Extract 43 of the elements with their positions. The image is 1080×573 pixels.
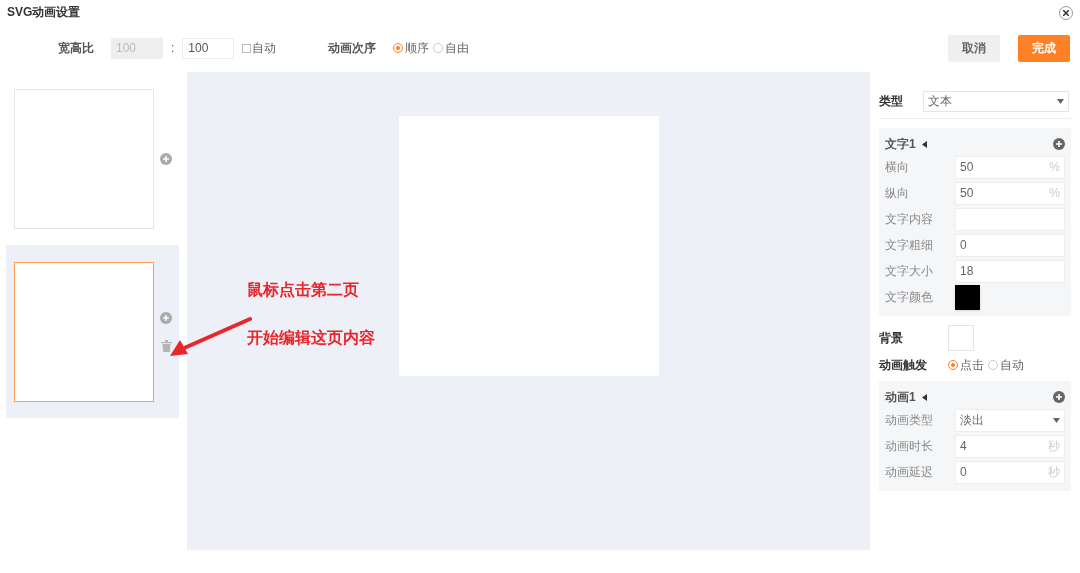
type-label: 类型 bbox=[879, 93, 904, 110]
dropdown-icon[interactable] bbox=[1053, 417, 1060, 423]
group-title: 文字1 bbox=[885, 136, 916, 153]
field-label: 动画延迟 bbox=[885, 464, 934, 481]
dropdown-icon[interactable] bbox=[1057, 98, 1064, 104]
ratio-separator: : bbox=[171, 40, 175, 57]
radio-option[interactable]: 点击 bbox=[948, 356, 984, 374]
background-swatch[interactable] bbox=[948, 325, 974, 351]
input-field[interactable]: 50 % bbox=[955, 155, 1065, 179]
field-label: 横向 bbox=[885, 159, 910, 176]
trigger-label: 动画触发 bbox=[879, 357, 928, 374]
field-label: 文字内容 bbox=[885, 211, 934, 228]
group-title: 动画1 bbox=[885, 389, 916, 406]
order-label: 动画次序 bbox=[328, 40, 377, 57]
annotation-text: 鼠标点击第二页 bbox=[247, 280, 359, 300]
height-field[interactable]: 100 bbox=[182, 37, 235, 59]
field-label: 动画类型 bbox=[885, 412, 934, 429]
radio-option[interactable]: 顺序 bbox=[393, 39, 430, 57]
field-label: 文字颜色 bbox=[885, 289, 934, 306]
add-icon[interactable] bbox=[1053, 138, 1065, 150]
input-field[interactable]: 0 bbox=[955, 233, 1065, 257]
close-icon[interactable] bbox=[1063, 10, 1069, 16]
color-swatch[interactable] bbox=[955, 284, 980, 310]
background-label: 背景 bbox=[879, 330, 904, 347]
annotation-text: 开始编辑这页内容 bbox=[247, 328, 375, 348]
select-field[interactable]: 淡出 bbox=[955, 408, 1065, 432]
input-field[interactable]: 18 bbox=[955, 259, 1065, 283]
type-select[interactable]: 文本 bbox=[923, 90, 1069, 112]
collapse-icon[interactable] bbox=[921, 140, 927, 148]
field-label: 文字粗细 bbox=[885, 237, 934, 254]
field-label: 纵向 bbox=[885, 185, 910, 202]
field-label: 文字大小 bbox=[885, 263, 934, 280]
page-thumbnail[interactable] bbox=[14, 261, 154, 402]
window-title: SVG动画设置 bbox=[7, 4, 81, 21]
field-label: 动画时长 bbox=[885, 438, 934, 455]
cancel-button[interactable]: 取消 bbox=[948, 34, 1000, 62]
collapse-icon[interactable] bbox=[921, 393, 927, 401]
auto-checkbox[interactable]: 自动 bbox=[242, 39, 277, 57]
ratio-label: 宽高比 bbox=[58, 40, 94, 57]
radio-option[interactable]: 自由 bbox=[433, 39, 470, 57]
input-field[interactable]: 50 % bbox=[955, 181, 1065, 205]
add-icon[interactable] bbox=[1053, 391, 1065, 403]
radio-option[interactable]: 自动 bbox=[988, 356, 1024, 374]
